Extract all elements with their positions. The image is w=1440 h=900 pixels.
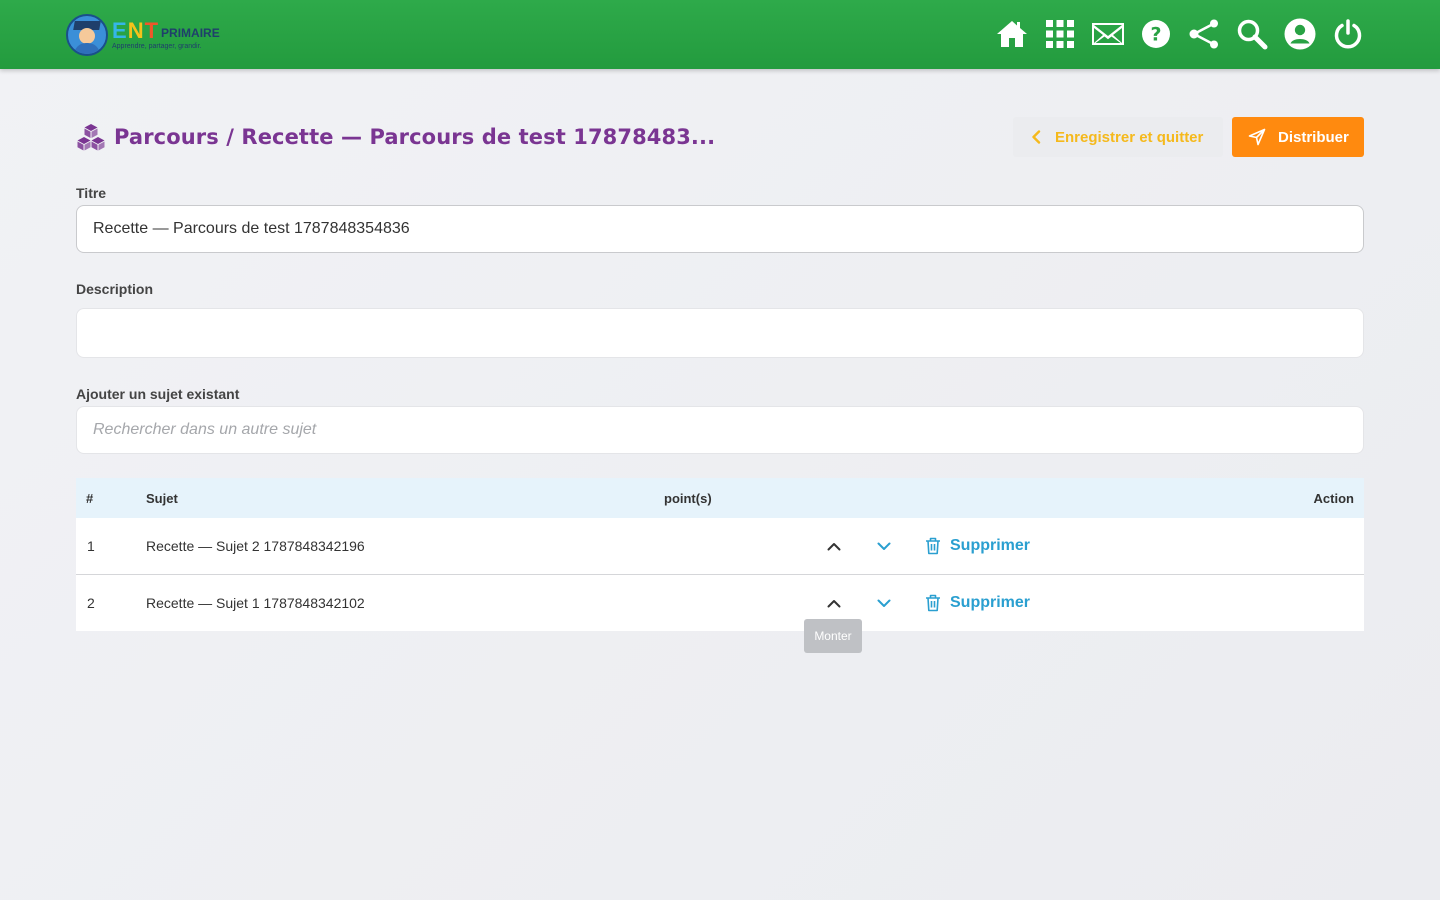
logo-ent-text: ENT <box>112 18 160 43</box>
save-and-quit-button[interactable]: Enregistrer et quitter <box>1013 117 1223 157</box>
move-up-button[interactable] <box>822 534 846 558</box>
header-action: Action <box>1313 490 1354 506</box>
row-index: 2 <box>87 595 95 611</box>
move-up-button[interactable] <box>822 591 846 615</box>
chevron-left-icon <box>1032 130 1041 144</box>
header-nav: ? <box>988 16 1372 52</box>
row-index: 1 <box>87 538 95 554</box>
page-title-text: Parcours / Recette — Parcours de test 17… <box>114 125 716 149</box>
help-icon[interactable]: ? <box>1132 16 1180 52</box>
graduate-mascot-icon <box>66 14 108 56</box>
delete-button[interactable]: Supprimer <box>925 537 1030 555</box>
header-subject: Sujet <box>146 490 178 506</box>
power-icon[interactable] <box>1324 16 1372 52</box>
distribute-label: Distribuer <box>1278 128 1349 146</box>
description-label: Description <box>76 281 154 297</box>
move-down-button[interactable] <box>872 534 896 558</box>
delete-label: Supprimer <box>950 594 1031 611</box>
table-row: 2 Recette — Sujet 1 1787848342102 Suppri… <box>76 574 1364 631</box>
header-points: point(s) <box>664 490 712 506</box>
row-subject: Recette — Sujet 2 1787848342196 <box>146 538 365 554</box>
titre-input[interactable] <box>76 205 1364 253</box>
chevron-down-icon <box>877 542 891 550</box>
distribute-button[interactable]: Distribuer <box>1232 117 1364 157</box>
table-header: # Sujet point(s) Action <box>76 478 1364 518</box>
header-index: # <box>86 490 94 506</box>
move-up-tooltip: Monter <box>804 619 862 653</box>
delete-button[interactable]: Supprimer <box>925 594 1030 612</box>
home-icon[interactable] <box>988 16 1036 52</box>
chevron-down-icon <box>877 599 891 607</box>
page-title: Parcours / Recette — Parcours de test 17… <box>76 121 715 153</box>
mail-icon[interactable] <box>1084 16 1132 52</box>
cubes-icon <box>77 124 105 151</box>
send-icon <box>1248 128 1266 146</box>
row-subject: Recette — Sujet 1 1787848342102 <box>146 595 365 611</box>
top-navbar: ENT PRIMAIRE Apprendre, partager, grandi… <box>0 0 1440 69</box>
move-down-button[interactable] <box>872 591 896 615</box>
chevron-up-icon <box>827 542 841 550</box>
account-icon[interactable] <box>1276 16 1324 52</box>
ent-logo[interactable]: ENT PRIMAIRE Apprendre, partager, grandi… <box>66 14 220 56</box>
logo-primaire-text: PRIMAIRE <box>161 26 220 40</box>
chevron-up-icon <box>827 599 841 607</box>
logo-tagline: Apprendre, partager, grandir. <box>112 43 202 50</box>
add-subject-label: Ajouter un sujet existant <box>76 386 240 402</box>
share-icon[interactable] <box>1180 16 1228 52</box>
subject-search-input[interactable] <box>76 406 1364 454</box>
table-row: 1 Recette — Sujet 2 1787848342196 Suppri… <box>76 518 1364 574</box>
delete-label: Supprimer <box>950 537 1031 554</box>
logo-wordmark: ENT PRIMAIRE Apprendre, partager, grandi… <box>112 18 220 51</box>
search-icon[interactable] <box>1228 16 1276 52</box>
titre-label: Titre <box>76 185 107 201</box>
apps-grid-icon[interactable] <box>1036 16 1084 52</box>
svg-text:?: ? <box>1150 24 1161 46</box>
description-input[interactable] <box>76 308 1364 358</box>
save-and-quit-label: Enregistrer et quitter <box>1055 128 1204 146</box>
trash-icon <box>926 594 940 612</box>
trash-icon <box>926 537 940 555</box>
subjects-table: # Sujet point(s) Action 1 Recette — Suje… <box>76 478 1364 631</box>
